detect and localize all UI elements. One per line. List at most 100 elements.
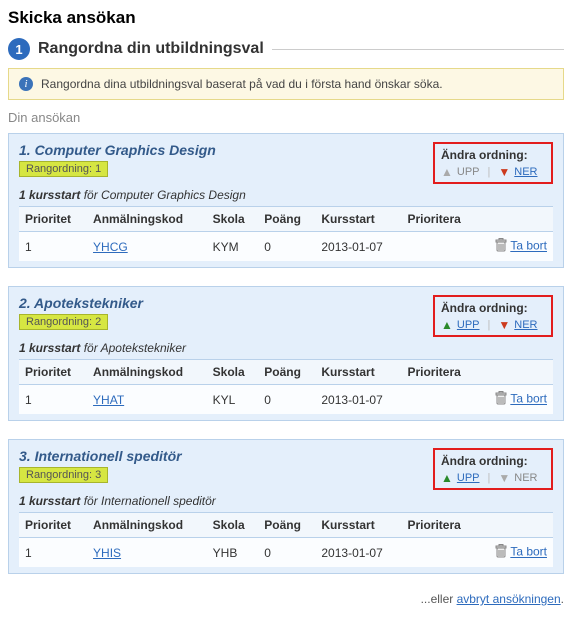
col-prioritet: Prioritet — [19, 513, 87, 538]
cell-kursstart: 2013-01-07 — [315, 232, 401, 262]
course-table: PrioritetAnmälningskodSkolaPoängKursstar… — [19, 512, 553, 567]
col-kod: Anmälningskod — [87, 513, 207, 538]
col-prioritera: Prioritera — [401, 513, 478, 538]
col-kod: Anmälningskod — [87, 207, 207, 232]
cell-prioritet: 1 — [19, 385, 87, 415]
rank-number: 3 — [95, 469, 101, 481]
info-text: Rangordna dina utbildningsval baserat på… — [41, 77, 443, 91]
col-poang: Poäng — [258, 360, 315, 385]
for-text: för — [80, 494, 101, 508]
arrow-up-icon: ▲ — [441, 319, 453, 331]
cell-skola: KYM — [207, 232, 259, 262]
cell-poang: 0 — [258, 538, 315, 568]
move-up-link[interactable]: UPP — [457, 319, 480, 331]
arrow-down-icon: ▼ — [498, 166, 510, 178]
col-prioritera: Prioritera — [401, 360, 478, 385]
col-prioritet: Prioritet — [19, 360, 87, 385]
course-name: Internationell speditör — [101, 494, 216, 508]
rank-prefix: Rangordning: — [26, 469, 95, 481]
col-kursstart: Kursstart — [315, 513, 401, 538]
course-name: Computer Graphics Design — [101, 188, 246, 202]
move-up-link[interactable]: UPP — [457, 472, 480, 484]
rank-number: 1 — [95, 163, 101, 175]
for-text: för — [80, 188, 101, 202]
for-text: för — [80, 341, 100, 355]
arrow-up-icon: ▲ — [441, 166, 453, 178]
cell-kursstart: 2013-01-07 — [315, 538, 401, 568]
page-title: Skicka ansökan — [8, 8, 564, 28]
course-table: PrioritetAnmälningskodSkolaPoängKursstar… — [19, 206, 553, 261]
move-down-disabled: NER — [514, 472, 537, 484]
col-prioritera: Prioritera — [401, 207, 478, 232]
course-title: 3. Internationell speditör — [19, 448, 433, 464]
rank-number: 2 — [95, 316, 101, 328]
subhead: Din ansökan — [8, 110, 564, 125]
arrow-down-icon: ▼ — [498, 472, 510, 484]
order-title: Ändra ordning: — [441, 454, 545, 468]
arrow-down-icon: ▼ — [498, 319, 510, 331]
move-up-disabled: UPP — [457, 166, 480, 178]
table-row: 1YHATKYL02013-01-07 Ta bort — [19, 385, 553, 415]
col-actions — [478, 207, 553, 232]
cell-prioritet: 1 — [19, 232, 87, 262]
course-title: 2. Apotekstekniker — [19, 295, 433, 311]
rank-prefix: Rangordning: — [26, 163, 95, 175]
step-title: Rangordna din utbildningsval — [38, 40, 264, 58]
kursstart-count: 1 kursstart — [19, 494, 80, 508]
course-table: PrioritetAnmälningskodSkolaPoängKursstar… — [19, 359, 553, 414]
cancel-suffix: . — [561, 592, 564, 606]
enroll-code-link[interactable]: YHCG — [93, 240, 128, 254]
cell-prioritera — [401, 385, 478, 415]
move-down-link[interactable]: NER — [514, 166, 537, 178]
course-name: Apotekstekniker — [101, 341, 186, 355]
cell-poang: 0 — [258, 385, 315, 415]
col-actions — [478, 360, 553, 385]
trash-icon[interactable] — [495, 391, 507, 408]
col-poang: Poäng — [258, 207, 315, 232]
remove-link[interactable]: Ta bort — [510, 392, 547, 406]
order-separator: | — [484, 472, 495, 484]
remove-link[interactable]: Ta bort — [510, 239, 547, 253]
kursstart-line: 1 kursstart för Computer Graphics Design — [19, 188, 553, 202]
arrow-up-icon: ▲ — [441, 472, 453, 484]
cell-poang: 0 — [258, 232, 315, 262]
cancel-link[interactable]: avbryt ansökningen — [457, 592, 561, 606]
col-skola: Skola — [207, 513, 259, 538]
course-title: 1. Computer Graphics Design — [19, 142, 433, 158]
order-box: Ändra ordning: ▲ UPP |▼ NER — [433, 448, 553, 490]
col-kursstart: Kursstart — [315, 360, 401, 385]
cell-prioritera — [401, 232, 478, 262]
move-down-link[interactable]: NER — [514, 319, 537, 331]
info-icon: i — [19, 77, 33, 91]
divider — [272, 49, 564, 50]
col-kod: Anmälningskod — [87, 360, 207, 385]
rank-badge: Rangordning: 3 — [19, 467, 108, 483]
table-row: 1 YHCG KYM02013-01-07 Ta bort — [19, 232, 553, 262]
order-box: Ändra ordning:▲ UPP|▼ NER — [433, 295, 553, 337]
col-kursstart: Kursstart — [315, 207, 401, 232]
rank-badge: Rangordning: 2 — [19, 314, 108, 330]
trash-icon[interactable] — [495, 238, 507, 255]
order-box: Ändra ordning: ▲ UPP |▼ NER — [433, 142, 553, 184]
table-header-row: PrioritetAnmälningskodSkolaPoängKursstar… — [19, 513, 553, 538]
course-card: 1. Computer Graphics Design Rangordning: … — [8, 133, 564, 268]
table-header-row: PrioritetAnmälningskodSkolaPoängKursstar… — [19, 360, 553, 385]
kursstart-count: 1 kursstart — [19, 341, 80, 355]
order-title: Ändra ordning: — [441, 301, 545, 315]
enroll-code-link[interactable]: YHAT — [93, 393, 124, 407]
col-actions — [478, 513, 553, 538]
col-skola: Skola — [207, 360, 259, 385]
table-row: 1YHISYHB02013-01-07 Ta bort — [19, 538, 553, 568]
order-separator: | — [484, 166, 495, 178]
order-title: Ändra ordning: — [441, 148, 545, 162]
col-poang: Poäng — [258, 513, 315, 538]
rank-badge: Rangordning: 1 — [19, 161, 108, 177]
enroll-code-link[interactable]: YHIS — [93, 546, 121, 560]
rank-prefix: Rangordning: — [26, 316, 95, 328]
remove-link[interactable]: Ta bort — [510, 545, 547, 559]
cell-prioritera — [401, 538, 478, 568]
course-card: 2. Apotekstekniker Rangordning: 2 Ändra or… — [8, 286, 564, 421]
cancel-line: ...eller avbryt ansökningen. — [8, 592, 564, 606]
cell-skola: YHB — [207, 538, 259, 568]
trash-icon[interactable] — [495, 544, 507, 561]
